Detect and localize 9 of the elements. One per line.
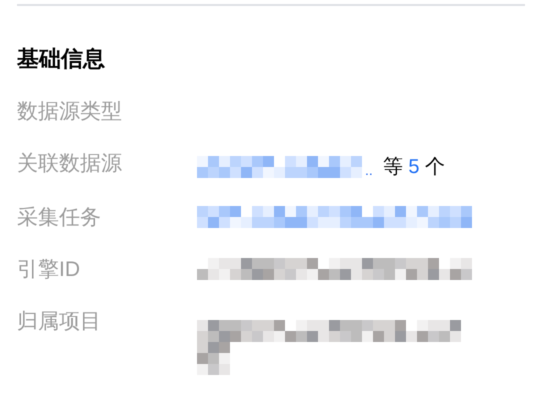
field-label: 采集任务: [17, 205, 102, 231]
field-label: 归属项目: [17, 309, 102, 335]
section-title: 基础信息: [17, 45, 106, 73]
field-label: 数据源类型: [17, 99, 123, 125]
field-label: 引擎ID: [17, 257, 81, 283]
field-label: 关联数据源: [17, 151, 123, 177]
count-link[interactable]: 5: [408, 156, 420, 178]
ellipsis: ..: [365, 160, 373, 180]
count-text: 等 5 个: [382, 155, 446, 180]
